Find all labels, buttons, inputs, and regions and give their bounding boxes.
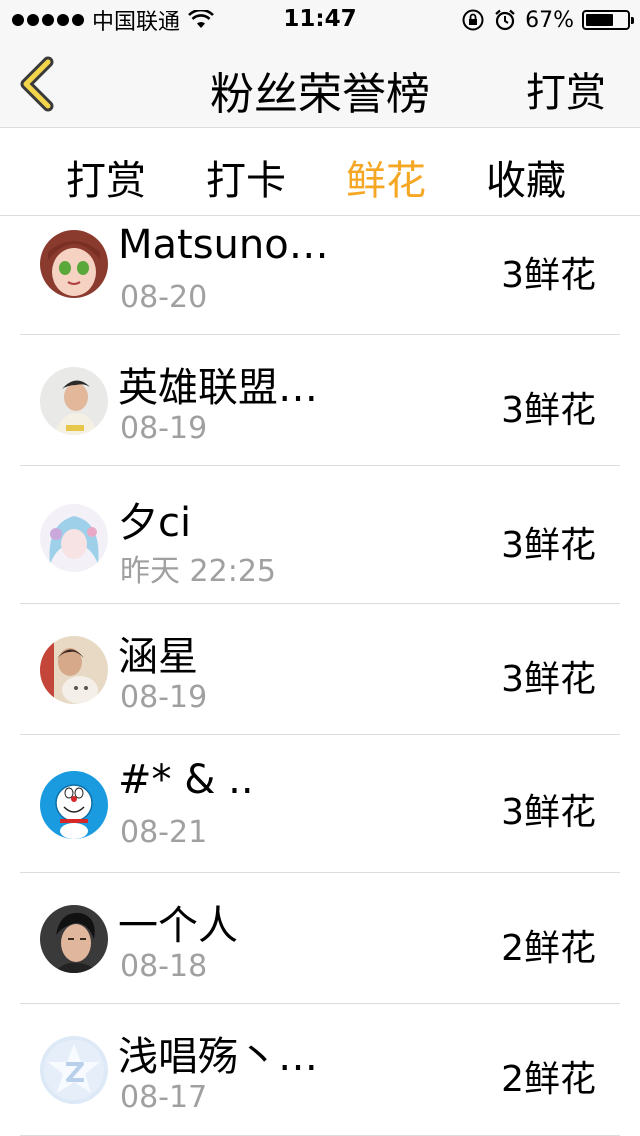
status-bar-right: 67% (461, 6, 634, 34)
list-item[interactable]: 英雄联盟… 08-19 3鲜花 (0, 335, 640, 466)
fan-name: Matsuno… (118, 222, 329, 268)
list-item[interactable]: 浅唱殇丶… 08-17 2鲜花 (0, 1004, 640, 1136)
flower-count: 3鲜花 (501, 255, 596, 296)
flower-count: 3鲜花 (501, 792, 596, 833)
list-item[interactable]: Matsuno… 08-20 3鲜花 (0, 216, 640, 336)
screen: 中国联通 11:47 67% 粉丝荣誉榜 打赏 打赏 打卡 鲜花 收藏 Mats… (0, 0, 640, 1136)
status-bar: 中国联通 11:47 67% (0, 0, 640, 40)
fan-date: 08-17 (120, 1080, 208, 1115)
fan-date: 08-18 (120, 949, 208, 984)
back-button[interactable] (14, 56, 64, 112)
fan-name: 夕ci (118, 500, 192, 546)
tab-checkin[interactable]: 打卡 (206, 148, 286, 206)
list-item[interactable]: 夕ci 昨天 22:25 3鲜花 (0, 466, 640, 604)
fan-name: 一个人 (118, 903, 238, 949)
flower-count: 2鲜花 (501, 928, 596, 969)
wifi-icon (188, 10, 214, 28)
fan-date: 08-21 (120, 815, 208, 850)
fan-name: #* & .. (118, 757, 254, 803)
carrier-label: 中国联通 (92, 10, 181, 35)
person-avatar-icon (40, 367, 108, 435)
flower-count: 3鲜花 (501, 390, 596, 431)
fan-date: 08-20 (120, 280, 208, 315)
flower-count: 3鲜花 (501, 659, 596, 700)
doraemon-avatar-icon (40, 771, 108, 839)
reward-button[interactable]: 打赏 (526, 60, 606, 118)
man-portrait-avatar-icon (40, 905, 108, 973)
status-bar-left: 中国联通 (12, 6, 214, 35)
person-cat-avatar-icon (40, 636, 108, 704)
fan-name: 英雄联盟… (118, 365, 318, 411)
list-item[interactable]: 一个人 08-18 2鲜花 (0, 873, 640, 1004)
tab-favorites[interactable]: 收藏 (486, 148, 566, 206)
signal-strength-icon (12, 14, 84, 26)
fan-name: 涵星 (118, 634, 198, 680)
chevron-left-icon (20, 56, 54, 112)
anime-girl-avatar-icon (40, 230, 108, 298)
fan-date: 08-19 (120, 411, 208, 446)
fan-name: 浅唱殇丶… (118, 1034, 318, 1080)
flower-count: 3鲜花 (501, 525, 596, 566)
star-badge-avatar-icon (40, 1036, 108, 1104)
rotation-lock-icon (462, 9, 484, 31)
tab-bar: 打赏 打卡 鲜花 收藏 (0, 128, 640, 216)
navigation-bar: 粉丝荣誉榜 打赏 (0, 40, 640, 128)
anime-blue-hair-avatar-icon (40, 504, 108, 572)
alarm-clock-icon (495, 9, 515, 31)
tab-flowers[interactable]: 鲜花 (346, 148, 426, 206)
battery-level-fill (586, 14, 613, 26)
fan-date: 昨天 22:25 (120, 554, 276, 589)
list-item[interactable]: #* & .. 08-21 3鲜花 (0, 735, 640, 873)
fan-date: 08-19 (120, 680, 208, 715)
flower-count: 2鲜花 (501, 1059, 596, 1100)
battery-icon (582, 10, 634, 30)
tab-reward[interactable]: 打赏 (66, 148, 146, 206)
battery-percent: 67% (525, 7, 574, 33)
list-item[interactable]: 涵星 08-19 3鲜花 (0, 604, 640, 735)
